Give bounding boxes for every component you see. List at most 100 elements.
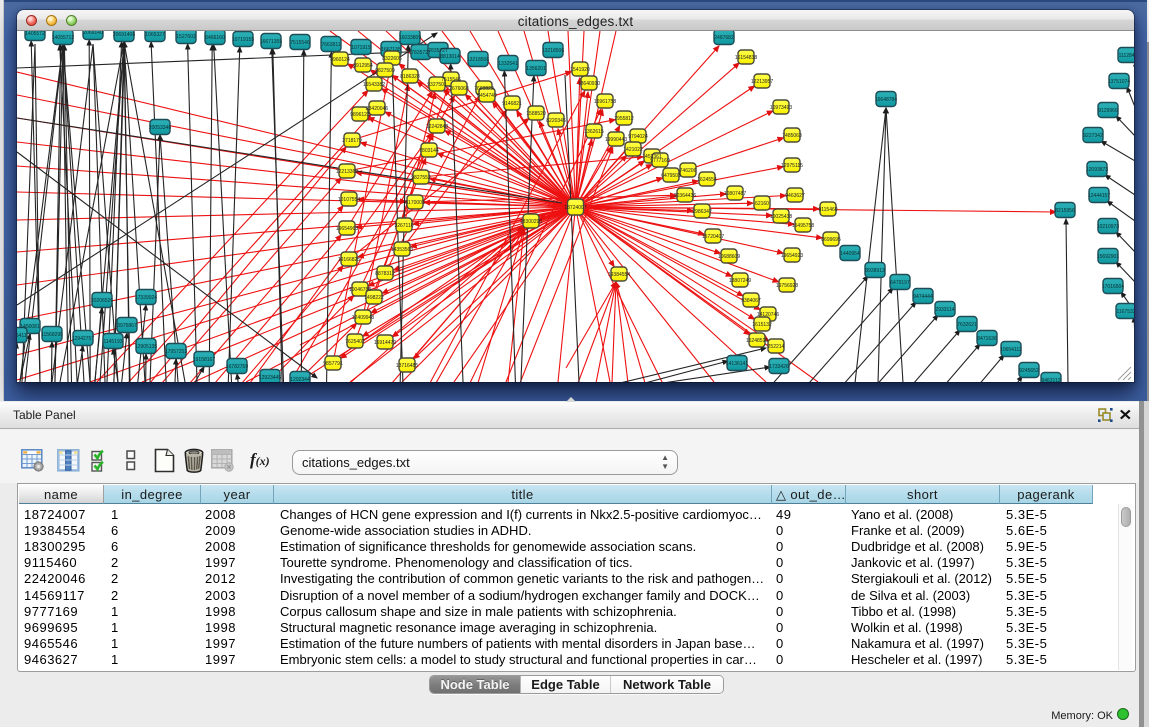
svg-text:12213957: 12213957	[751, 79, 773, 85]
svg-text:9245652: 9245652	[1019, 368, 1039, 374]
svg-text:12242848: 12242848	[426, 124, 448, 130]
svg-text:6466160: 6466160	[205, 35, 225, 41]
svg-text:1065327: 1065327	[145, 32, 165, 38]
svg-text:9384067: 9384067	[741, 298, 761, 304]
svg-text:1356201: 1356201	[526, 66, 546, 72]
svg-text:19990443: 19990443	[605, 137, 627, 143]
svg-text:746206: 746206	[680, 168, 697, 174]
svg-text:9474444: 9474444	[913, 294, 933, 300]
svg-text:3975867: 3975867	[117, 323, 137, 329]
svg-text:10973493: 10973493	[770, 105, 792, 111]
svg-text:2487682: 2487682	[714, 35, 734, 41]
svg-text:20364436: 20364436	[674, 193, 696, 199]
svg-text:9115460: 9115460	[818, 207, 837, 213]
svg-text:14055712: 14055712	[52, 35, 74, 41]
svg-text:10688609: 10688609	[718, 254, 740, 260]
svg-text:7803144: 7803144	[419, 148, 439, 154]
svg-text:16914479: 16914479	[374, 340, 396, 346]
svg-text:20053346: 20053346	[149, 125, 171, 131]
svg-text:16154838: 16154838	[735, 55, 757, 61]
svg-text:9827509: 9827509	[375, 68, 395, 74]
svg-text:18807249: 18807249	[729, 278, 751, 284]
svg-text:1450081: 1450081	[20, 324, 40, 330]
svg-text:12905135: 12905135	[135, 344, 157, 350]
svg-text:7663822: 7663822	[474, 86, 494, 92]
svg-text:19756928: 19756928	[776, 283, 798, 289]
svg-text:1498222: 1498222	[364, 295, 384, 301]
svg-text:13751074: 13751074	[1108, 79, 1130, 85]
svg-text:7515546: 7515546	[290, 40, 310, 46]
svg-text:12409948: 12409948	[352, 315, 374, 321]
svg-text:18300295: 18300295	[520, 219, 542, 225]
svg-text:62160: 62160	[755, 201, 769, 207]
svg-text:19158167: 19158167	[193, 357, 215, 363]
svg-text:9327501: 9327501	[427, 82, 447, 88]
svg-text:1405572: 1405572	[25, 31, 45, 37]
svg-text:7955812: 7955812	[614, 116, 634, 122]
svg-text:1112843: 1112843	[1119, 53, 1134, 59]
svg-text:16033809: 16033809	[399, 35, 421, 41]
svg-text:13716485: 13716485	[396, 363, 418, 369]
svg-text:2933114: 2933114	[935, 307, 954, 313]
svg-text:9129966: 9129966	[1098, 108, 1118, 114]
svg-text:20206526: 20206526	[91, 298, 113, 304]
svg-text:14353563: 14353563	[391, 247, 413, 253]
svg-text:6479503: 6479503	[661, 173, 681, 179]
svg-text:3915411: 3915411	[17, 333, 27, 339]
svg-text:8454749: 8454749	[477, 93, 497, 99]
svg-text:6479197: 6479197	[890, 280, 910, 286]
svg-text:9857791: 9857791	[323, 361, 343, 367]
svg-text:1541920: 1541920	[570, 67, 590, 73]
svg-text:18724007: 18724007	[564, 205, 586, 211]
svg-text:12942757: 12942757	[72, 336, 94, 342]
svg-text:1332541: 1332541	[498, 61, 518, 67]
svg-text:19654963: 19654963	[336, 226, 358, 232]
svg-text:1624554: 1624554	[697, 177, 717, 183]
svg-text:9896123: 9896123	[350, 112, 370, 118]
svg-text:2986342: 2986342	[692, 209, 712, 215]
svg-text:7663811: 7663811	[321, 42, 340, 48]
svg-text:16671355: 16671355	[260, 39, 282, 45]
svg-text:10210973: 10210973	[1097, 224, 1119, 230]
svg-text:17016504: 17016504	[1102, 284, 1124, 290]
svg-text:1071915: 1071915	[351, 45, 371, 51]
svg-text:3267110: 3267110	[394, 223, 413, 229]
svg-text:8215956: 8215956	[1055, 208, 1075, 214]
svg-text:2676068: 2676068	[449, 86, 469, 92]
svg-text:15692901: 15692901	[1097, 254, 1119, 260]
svg-text:252214: 252214	[768, 344, 785, 350]
svg-text:9227342: 9227342	[1083, 133, 1103, 139]
svg-text:7632621: 7632621	[957, 322, 977, 328]
svg-text:8322605: 8322605	[382, 56, 402, 62]
svg-text:12923445: 12923445	[259, 375, 281, 381]
svg-text:10719155: 10719155	[232, 37, 254, 43]
svg-text:9777169: 9777169	[650, 158, 670, 164]
svg-text:1362615: 1362615	[584, 129, 604, 135]
svg-text:8170003: 8170003	[405, 200, 425, 206]
svg-text:19384554: 19384554	[608, 272, 630, 278]
svg-text:8960124: 8960124	[330, 57, 350, 63]
svg-text:9827552: 9827552	[411, 175, 431, 181]
svg-text:12975115: 12975115	[781, 163, 803, 169]
svg-text:20691406: 20691406	[113, 32, 135, 38]
svg-text:9794024: 9794024	[628, 134, 648, 140]
svg-text:15248516: 15248516	[746, 338, 768, 344]
svg-text:1615132: 1615132	[752, 322, 772, 328]
svg-text:14136141: 14136141	[726, 361, 748, 367]
svg-text:1733426: 1733426	[769, 364, 789, 370]
svg-text:15495758: 15495758	[792, 223, 814, 229]
svg-text:15720407: 15720407	[702, 234, 724, 240]
svg-text:16782759: 16782759	[226, 364, 248, 370]
svg-text:1440954: 1440954	[840, 251, 860, 257]
svg-text:19654923: 19654923	[781, 253, 803, 259]
svg-text:1145193: 1145193	[103, 339, 122, 345]
svg-text:1667135: 1667135	[381, 47, 401, 53]
svg-text:1527602: 1527602	[176, 34, 196, 40]
svg-text:13218506: 13218506	[467, 57, 489, 63]
svg-text:10046788: 10046788	[349, 287, 371, 293]
svg-text:13218506: 13218506	[542, 48, 564, 54]
svg-text:10807487: 10807487	[724, 191, 746, 197]
svg-text:9463112: 9463112	[1041, 378, 1060, 382]
svg-text:8220345: 8220345	[546, 118, 566, 124]
svg-text:1421022: 1421022	[623, 147, 643, 153]
